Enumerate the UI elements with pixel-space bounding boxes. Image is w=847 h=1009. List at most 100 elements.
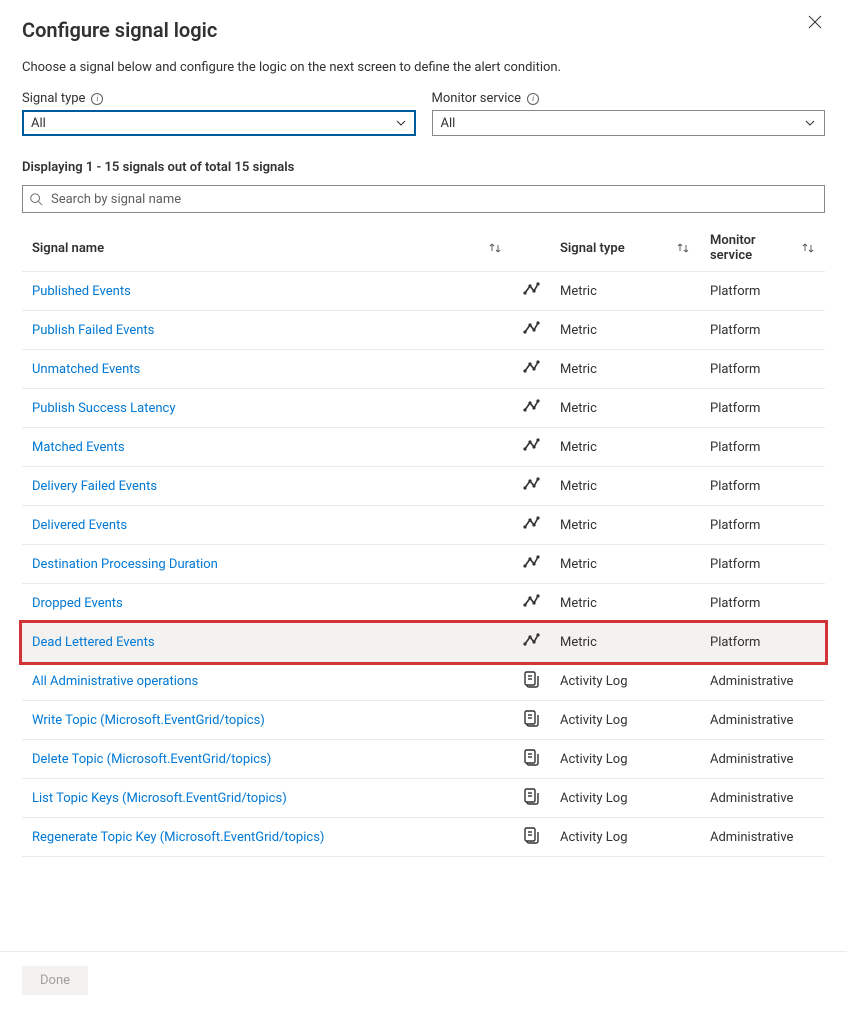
table-row[interactable]: Delete Topic (Microsoft.EventGrid/topics… [22,740,825,779]
monitor-service-cell: Platform [700,506,825,545]
signal-type-cell: Metric [550,428,700,467]
table-row[interactable]: Publish Failed Events MetricPlatform [22,311,825,350]
signal-type-cell: Activity Log [550,779,700,818]
sort-icon [488,241,502,255]
signal-link[interactable]: List Topic Keys (Microsoft.EventGrid/top… [32,791,287,806]
signal-link[interactable]: Delete Topic (Microsoft.EventGrid/topics… [32,752,271,767]
signal-type-field: Signal type i All [22,91,416,136]
col-header-service-text: Monitor service [710,233,793,263]
table-row[interactable]: Dropped Events MetricPlatform [22,584,825,623]
activity-log-icon [522,826,540,844]
col-header-name-text: Signal name [32,241,104,256]
table-row[interactable]: Delivery Failed Events MetricPlatform [22,467,825,506]
monitor-service-cell: Platform [700,389,825,428]
table-row[interactable]: Write Topic (Microsoft.EventGrid/topics)… [22,701,825,740]
table-row[interactable]: Unmatched Events MetricPlatform [22,350,825,389]
table-row[interactable]: Dead Lettered Events MetricPlatform [22,623,825,662]
sort-icon [801,241,815,255]
close-icon [808,15,822,33]
signal-link[interactable]: Dead Lettered Events [32,635,155,650]
table-row[interactable]: Regenerate Topic Key (Microsoft.EventGri… [22,818,825,857]
monitor-service-cell: Platform [700,584,825,623]
close-button[interactable] [805,14,825,34]
signal-link[interactable]: Delivery Failed Events [32,479,157,494]
signal-link[interactable]: Publish Failed Events [32,323,154,338]
metric-icon [522,592,540,610]
monitor-service-cell: Administrative [700,779,825,818]
search-wrapper [22,185,825,213]
table-row[interactable]: Matched Events MetricPlatform [22,428,825,467]
signal-type-cell: Metric [550,467,700,506]
signal-link[interactable]: Delivered Events [32,518,127,533]
activity-log-icon [522,670,540,688]
signal-link[interactable]: Unmatched Events [32,362,140,377]
signal-type-cell: Metric [550,389,700,428]
table-row[interactable]: List Topic Keys (Microsoft.EventGrid/top… [22,779,825,818]
metric-icon [522,514,540,532]
sort-icon [676,241,690,255]
signal-link[interactable]: Dropped Events [32,596,123,611]
table-row[interactable]: Published EventsMetricPlatform [22,272,825,311]
signal-type-label: Signal type i [22,91,416,106]
monitor-service-cell: Platform [700,467,825,506]
signal-type-cell: Metric [550,350,700,389]
metric-icon [522,475,540,493]
signal-type-cell: Metric [550,272,700,311]
signal-link[interactable]: Write Topic (Microsoft.EventGrid/topics) [32,713,265,728]
signal-type-cell: Activity Log [550,701,700,740]
signal-link[interactable]: Published Events [32,284,131,299]
signal-type-value: All [31,116,46,131]
search-input[interactable] [22,185,825,213]
metric-icon [522,553,540,571]
metric-icon [522,436,540,454]
signal-type-cell: Metric [550,545,700,584]
info-icon[interactable]: i [91,93,103,105]
metric-icon [522,280,540,298]
signal-link[interactable]: Destination Processing Duration [32,557,218,572]
monitor-service-cell: Platform [700,428,825,467]
monitor-service-cell: Platform [700,350,825,389]
panel-description: Choose a signal below and configure the … [22,60,825,75]
activity-log-icon [522,748,540,766]
table-row[interactable]: Destination Processing DurationMetricPla… [22,545,825,584]
configure-signal-panel: Configure signal logic Choose a signal b… [0,0,847,857]
metric-icon [522,397,540,415]
search-icon [29,192,43,206]
monitor-service-select[interactable]: All [432,110,826,136]
signal-type-select[interactable]: All [22,110,416,136]
info-icon[interactable]: i [527,93,539,105]
signal-type-cell: Activity Log [550,740,700,779]
signal-type-cell: Metric [550,584,700,623]
col-header-name[interactable]: Signal name [22,225,512,272]
signal-type-cell: Metric [550,311,700,350]
signal-link[interactable]: All Administrative operations [32,674,198,689]
monitor-service-value: All [441,116,456,131]
signal-type-cell: Metric [550,623,700,662]
done-button[interactable]: Done [22,966,88,995]
signal-type-cell: Activity Log [550,818,700,857]
signal-type-label-text: Signal type [22,91,85,106]
monitor-service-cell: Administrative [700,662,825,701]
metric-icon [522,631,540,649]
activity-log-icon [522,787,540,805]
panel-title: Configure signal logic [22,18,825,42]
activity-log-icon [522,709,540,727]
col-header-type[interactable]: Signal type [550,225,700,272]
table-row[interactable]: All Administrative operationsActivity Lo… [22,662,825,701]
table-row[interactable]: Delivered EventsMetricPlatform [22,506,825,545]
monitor-service-cell: Administrative [700,740,825,779]
col-header-service[interactable]: Monitor service [700,225,825,272]
monitor-service-cell: Platform [700,623,825,662]
signal-link[interactable]: Matched Events [32,440,125,455]
chevron-down-icon [804,117,816,129]
signal-link[interactable]: Publish Success Latency [32,401,175,416]
monitor-service-cell: Administrative [700,818,825,857]
signals-table: Signal name Signal type [22,225,825,857]
chevron-down-icon [395,117,407,129]
signal-link[interactable]: Regenerate Topic Key (Microsoft.EventGri… [32,830,324,845]
panel-footer: Done [0,951,847,1009]
monitor-service-label-text: Monitor service [432,91,522,106]
monitor-service-cell: Platform [700,311,825,350]
col-header-type-text: Signal type [560,241,625,256]
table-row[interactable]: Publish Success Latency MetricPlatform [22,389,825,428]
